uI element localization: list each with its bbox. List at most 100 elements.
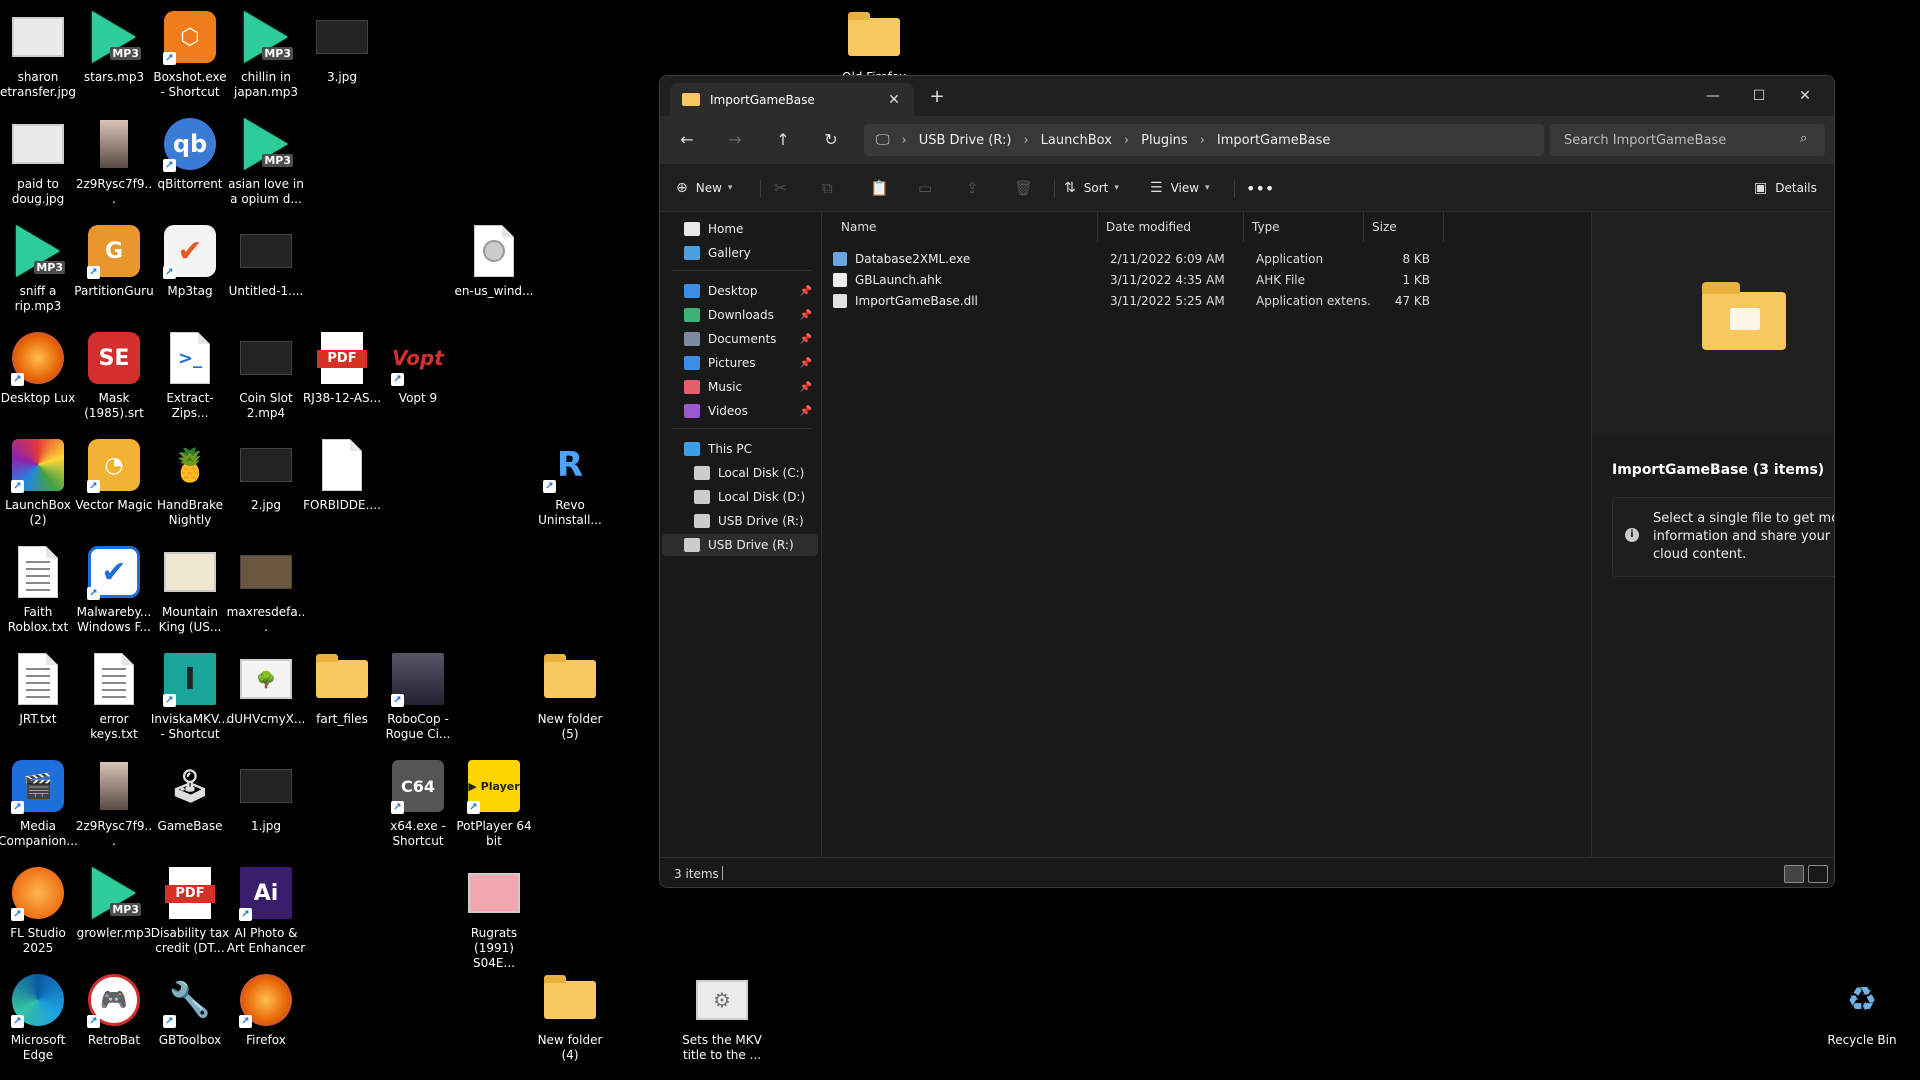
back-button[interactable]: ← [672,126,702,154]
minimize-button[interactable]: — [1690,76,1736,116]
column-header-type[interactable]: Type [1244,212,1364,242]
delete-button[interactable]: 🗑 [1014,174,1033,202]
desktop-icon-en-us-wind[interactable]: en-us_wind... [455,222,534,299]
column-header-size[interactable]: Size [1364,212,1444,242]
desktop-icon-media-companion[interactable]: 🎬 ↗ Media Companion... [0,757,78,849]
desktop-icon-retrobat[interactable]: 🎮 ↗ RetroBat [76,971,152,1048]
desktop-icon-firefox[interactable]: ↗ Firefox [228,971,304,1048]
nav-item-documents[interactable]: Documents 📌 [662,328,818,350]
desktop-icon-asian-love-in-a-opium-d[interactable]: MP3 asian love in a opium d... [228,115,304,207]
maximize-button[interactable]: ☐ [1736,76,1782,116]
nav-item-usb-drive-r[interactable]: USB Drive (R:) [662,534,818,556]
desktop-icon-3-jpg[interactable]: 3.jpg [304,8,380,85]
nav-item-downloads[interactable]: Downloads 📌 [662,304,818,326]
search-input[interactable] [1550,124,1825,156]
desktop-icon-extract-zips[interactable]: >_ Extract-Zips... [152,329,228,421]
breadcrumb-launchbox[interactable]: LaunchBox [1041,133,1112,148]
desktop-icon-coin-slot-2-mp4[interactable]: Coin Slot 2.mp4 [228,329,304,421]
desktop-icon-inviskamkv-shortcut[interactable]: I ↗ InviskaMKV... - Shortcut [151,650,229,742]
nav-item-music[interactable]: Music 📌 [662,376,818,398]
column-header-date[interactable]: Date modified [1098,212,1244,242]
more-options-button[interactable]: ••• [1246,174,1274,202]
tab-importgamebase[interactable]: ImportGameBase ✕ [670,83,914,116]
forward-button[interactable]: → [720,126,750,154]
file-row[interactable]: ImportGameBase.dll 3/11/2022 5:25 AM Appli… [833,290,1433,311]
desktop-icon-qbittorrent[interactable]: qb ↗ qBittorrent [152,115,228,192]
desktop-icon-duhvcmyx[interactable]: 🌳 dUHVcmyX... [227,650,305,727]
paste-button[interactable]: 📋 [870,174,889,202]
tiles-view-button[interactable] [1808,865,1828,883]
desktop-icon-chillin-in-japan-mp3[interactable]: MP3 chillin in japan.mp3 [228,8,304,100]
nav-item-local-disk-c[interactable]: Local Disk (C:) [662,462,818,484]
desktop-icon-2-jpg[interactable]: 2.jpg [228,436,304,513]
desktop-icon-revo-uninstall[interactable]: R ↗ Revo Uninstall... [532,436,608,528]
desktop-icon-new-folder-4[interactable]: New folder (4) [532,971,608,1063]
desktop-icon-2z9rysc7f9[interactable]: 2z9Rysc7f9... [76,757,152,849]
desktop-icon-gamebase[interactable]: 🕹 GameBase [152,757,228,834]
new-button[interactable]: ⊕ New ▾ [676,174,732,202]
share-button[interactable]: ⇪ [966,174,979,202]
desktop-icon-sharon-etransfer-jpg[interactable]: sharon etransfer.jpg [0,8,76,100]
desktop-icon-jrt-txt[interactable]: JRT.txt [0,650,76,727]
desktop-icon-sets-the-mkv-title-to-the[interactable]: ⚙ Sets the MKV title to the ... [682,971,762,1063]
desktop-icon-sniff-a-rip-mp3[interactable]: MP3 sniff a rip.mp3 [0,222,76,314]
sort-button[interactable]: ⇅ Sort ▾ [1064,174,1119,202]
desktop-icon-rj38-12-as[interactable]: PDF RJ38-12-AS... [303,329,381,406]
file-row[interactable]: GBLaunch.ahk 3/11/2022 4:35 AM AHK File 1 K… [833,269,1433,290]
rename-button[interactable]: ▭ [918,174,932,202]
desktop-icon-fl-studio-2025[interactable]: ↗ FL Studio 2025 [0,864,76,956]
breadcrumb-usb-drive[interactable]: USB Drive (R:) [919,133,1012,148]
nav-item-pictures[interactable]: Pictures 📌 [662,352,818,374]
breadcrumb-importgamebase[interactable]: ImportGameBase [1217,133,1331,148]
desktop-icon-growler-mp3[interactable]: MP3 growler.mp3 [76,864,152,941]
desktop-icon-recycle-bin[interactable]: ♻ Recycle Bin [1824,971,1900,1048]
desktop-icon-rugrats-1991-s04e[interactable]: Rugrats (1991) S04E... [456,864,532,971]
close-window-button[interactable]: ✕ [1782,76,1828,116]
desktop-icon-untitled-1[interactable]: Untitled-1.... [228,222,304,299]
view-button[interactable]: ☰ View ▾ [1150,174,1210,202]
desktop-icon-fart-files[interactable]: fart_files [304,650,380,727]
address-bar[interactable]: 🖵 › USB Drive (R:) › LaunchBox › Plugins… [864,124,1544,156]
nav-item-this-pc[interactable]: This PC [662,438,818,460]
desktop-icon-gbtoolbox[interactable]: 🔧 ↗ GBToolbox [152,971,228,1048]
copy-button[interactable]: ⧉ [822,174,833,202]
desktop-icon-robocop-rogue-ci[interactable]: ↗ RoboCop - Rogue Ci... [380,650,456,742]
desktop-icon-desktop-lux[interactable]: ↗ Desktop Lux [0,329,76,406]
nav-item-desktop[interactable]: Desktop 📌 [662,280,818,302]
nav-item-home[interactable]: Home [662,218,818,240]
nav-item-usb-drive-r[interactable]: USB Drive (R:) [662,510,818,532]
desktop-icon-potplayer-64-bit[interactable]: ▶ Player ↗ PotPlayer 64 bit [456,757,532,849]
refresh-button[interactable]: ↻ [816,126,846,154]
desktop-icon-old-firefox[interactable]: Old Firefox [836,8,912,85]
breadcrumb-plugins[interactable]: Plugins [1141,133,1188,148]
up-button[interactable]: ↑ [768,126,798,154]
desktop-icon-mountain-king-us[interactable]: Mountain King (US... [152,543,228,635]
desktop-icon-boxshot-exe-shortcut[interactable]: ⬡ ↗ Boxshot.exe - Shortcut [152,8,228,100]
desktop-icon-malwareby-windows-f[interactable]: ✔ ↗ Malwareby... Windows F... [76,543,152,635]
desktop-icon-handbrake-nightly[interactable]: 🍍 HandBrake Nightly [152,436,228,528]
close-tab-icon[interactable]: ✕ [882,92,906,108]
desktop-icon-maxresdefa[interactable]: maxresdefa... [227,543,305,635]
details-button[interactable]: ▣ Details [1754,174,1817,202]
desktop-icon-forbidde[interactable]: FORBIDDE.... [303,436,381,513]
desktop-icon-stars-mp3[interactable]: MP3 stars.mp3 [76,8,152,85]
desktop-icon-new-folder-5[interactable]: New folder (5) [532,650,608,742]
desktop-icon-x64-exe-shortcut[interactable]: C64 ↗ x64.exe - Shortcut [380,757,456,849]
desktop-icon-error-keys-txt[interactable]: error keys.txt [76,650,152,742]
desktop-icon-microsoft-edge[interactable]: ↗ Microsoft Edge [0,971,76,1063]
desktop-icon-ai-photo-art-enhancer[interactable]: Ai ↗ AI Photo & Art Enhancer [227,864,305,956]
new-tab-button[interactable]: + [922,84,952,110]
desktop-icon-partitionguru[interactable]: G ↗ PartitionGuru [74,222,154,299]
cut-button[interactable]: ✂ [774,174,787,202]
file-row[interactable]: Database2XML.exe 2/11/2022 6:09 AM Applica… [833,248,1433,269]
nav-item-local-disk-d[interactable]: Local Disk (D:) [662,486,818,508]
desktop-icon-2z9rysc7f9[interactable]: 2z9Rysc7f9... [76,115,152,207]
column-header-name[interactable]: Name [833,212,1098,242]
desktop-icon-1-jpg[interactable]: 1.jpg [228,757,304,834]
desktop-icon-disability-tax-credit-dt[interactable]: PDF Disability tax credit (DT... [151,864,229,956]
desktop-icon-mask-1985-srt[interactable]: SE Mask (1985).srt [76,329,152,421]
desktop-icon-paid-to-doug-jpg[interactable]: paid to doug.jpg [0,115,76,207]
desktop-icon-launchbox-2[interactable]: ↗ LaunchBox (2) [0,436,76,528]
nav-item-gallery[interactable]: Gallery [662,242,818,264]
details-view-button[interactable] [1784,865,1804,883]
